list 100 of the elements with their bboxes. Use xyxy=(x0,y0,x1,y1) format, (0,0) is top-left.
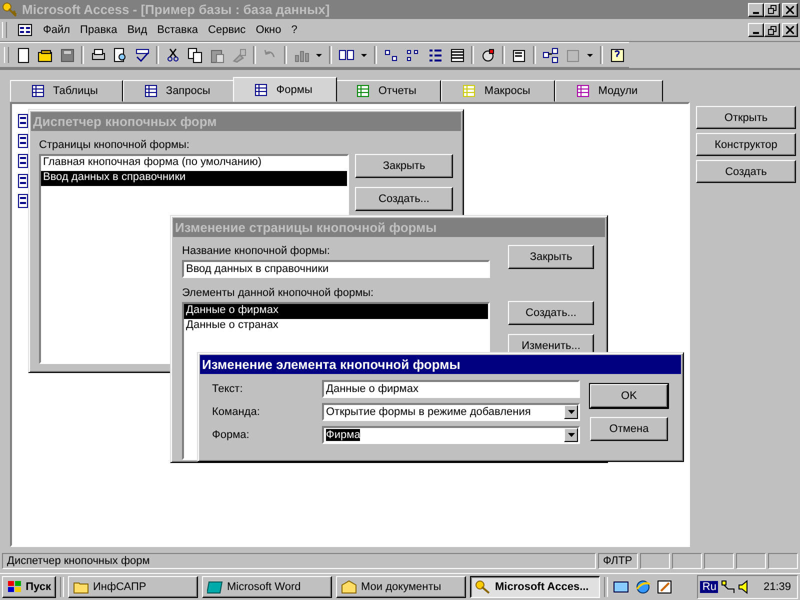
dropdown-button[interactable] xyxy=(564,405,578,419)
minimize-button[interactable] xyxy=(748,23,764,37)
tab[interactable]: Макросы xyxy=(441,80,556,102)
form-icon xyxy=(18,154,28,168)
open-folder-icon[interactable] xyxy=(37,47,53,63)
help-icon[interactable] xyxy=(609,47,625,63)
menu-item[interactable]: Окно xyxy=(256,24,282,36)
restore-button[interactable] xyxy=(764,23,780,37)
restore-icon xyxy=(768,5,776,14)
dialog-title: Изменение элемента кнопочной формы xyxy=(202,357,460,372)
tab[interactable]: Отчеты xyxy=(335,80,442,102)
field-label: Текст: xyxy=(212,383,244,395)
minimize-icon xyxy=(753,12,759,14)
form-icon xyxy=(18,194,28,208)
field-label: Команда: xyxy=(212,406,261,418)
tab-icon xyxy=(144,84,158,98)
tab-icon xyxy=(356,84,370,98)
combo-box[interactable]: Фирма xyxy=(322,426,580,444)
taskbar-button[interactable]: Microsoft Word xyxy=(202,576,332,598)
list-item[interactable]: Главная кнопочная форма (по умолчанию) xyxy=(41,156,347,171)
status-panel xyxy=(672,553,702,569)
tab[interactable]: Таблицы xyxy=(10,80,123,102)
relationships-icon[interactable] xyxy=(542,47,558,63)
dropdown-arrow-icon xyxy=(568,410,574,414)
menu-item[interactable]: Вид xyxy=(127,24,148,36)
taskbar-button[interactable]: Мои документы xyxy=(336,576,466,598)
menu-grip xyxy=(2,22,7,38)
form-icon xyxy=(18,114,28,128)
language-indicator[interactable]: Ru xyxy=(700,581,718,593)
tab-icon xyxy=(462,84,476,98)
status-panel xyxy=(640,553,670,569)
menu-item[interactable]: Правка xyxy=(80,24,118,36)
status-panel xyxy=(768,553,798,569)
combo-box[interactable]: Открытие формы в режиме добавления xyxy=(322,403,580,421)
tab[interactable]: Модули xyxy=(555,80,663,102)
close-button[interactable] xyxy=(782,2,798,16)
taskbar-button[interactable]: Microsoft Acces... xyxy=(470,576,600,598)
list-item[interactable]: Ввод данных в справочники xyxy=(41,171,347,186)
list-label: Элементы данной кнопочной формы: xyxy=(182,287,375,301)
copy-icon[interactable] xyxy=(187,47,203,63)
field-label: Название кнопочной формы: xyxy=(182,245,331,259)
dialog-button[interactable]: OK xyxy=(590,384,668,408)
properties-icon[interactable] xyxy=(511,47,527,63)
scissors-icon[interactable] xyxy=(165,47,181,63)
action-button[interactable]: Открыть xyxy=(696,106,796,129)
speaker-icon[interactable] xyxy=(738,580,750,594)
desktop-icon[interactable] xyxy=(612,579,630,595)
new-document-icon[interactable] xyxy=(15,47,31,63)
dropdown-arrow-icon xyxy=(568,433,574,437)
tab-icon xyxy=(254,82,268,96)
restore-button[interactable] xyxy=(764,2,780,16)
save-icon[interactable] xyxy=(59,47,75,63)
form-icon xyxy=(17,22,33,38)
large-icons-icon[interactable] xyxy=(383,47,399,63)
status-indicator: ФЛТР xyxy=(598,553,638,569)
minimize-icon xyxy=(753,32,759,34)
dialog-button[interactable]: Закрыть xyxy=(355,154,453,178)
dialog-button[interactable]: Закрыть xyxy=(508,245,594,269)
spellcheck-icon[interactable] xyxy=(134,47,150,63)
form-icon[interactable] xyxy=(338,47,354,63)
list-item[interactable]: Данные о фирмах xyxy=(184,304,488,319)
status-panel xyxy=(736,553,766,569)
action-button[interactable]: Создать xyxy=(696,160,796,183)
field-label: Форма: xyxy=(212,429,250,441)
details-view-icon[interactable] xyxy=(449,47,465,63)
menu-item[interactable]: Вставка xyxy=(157,24,198,36)
menu-item[interactable]: ? xyxy=(291,24,298,36)
tab[interactable]: Формы xyxy=(233,77,338,102)
close-icon xyxy=(786,26,794,34)
key-icon xyxy=(475,580,491,594)
dialog-button[interactable]: Отмена xyxy=(590,417,668,441)
dropdown-button[interactable] xyxy=(564,428,578,442)
status-panel xyxy=(704,553,734,569)
dialog-button[interactable]: Создать... xyxy=(508,301,594,325)
minimize-button[interactable] xyxy=(748,2,764,16)
toolbar-grip xyxy=(4,47,9,63)
printer-icon[interactable] xyxy=(90,47,106,63)
network-icon[interactable] xyxy=(721,580,736,594)
taskbar-button[interactable]: ИнфСАПР xyxy=(68,576,198,598)
print-preview-icon[interactable] xyxy=(112,47,128,63)
restore-icon xyxy=(768,26,776,34)
small-icons-icon[interactable] xyxy=(405,47,421,63)
window-title: Microsoft Access - [Пример базы : база данных] xyxy=(22,2,330,17)
menu-item[interactable]: Файл xyxy=(43,24,70,36)
browser-icon[interactable] xyxy=(634,579,652,595)
action-button[interactable]: Конструктор xyxy=(696,133,796,156)
tab-icon xyxy=(576,84,590,98)
menu-item[interactable]: Сервис xyxy=(208,24,246,36)
text-field[interactable]: Данные о фирмах xyxy=(322,380,580,398)
tab-icon xyxy=(31,84,45,98)
edit-icon[interactable] xyxy=(656,579,674,595)
paste-icon[interactable] xyxy=(209,47,225,63)
start-button[interactable]: Пуск xyxy=(2,576,56,598)
list-item[interactable]: Данные о странах xyxy=(184,319,488,334)
close-button[interactable] xyxy=(782,23,798,37)
form-icon xyxy=(18,174,28,188)
name-field[interactable]: Ввод данных в справочники xyxy=(182,260,490,278)
dialog-button[interactable]: Создать... xyxy=(355,187,453,211)
tab[interactable]: Запросы xyxy=(122,80,236,102)
list-view-icon[interactable] xyxy=(427,47,443,63)
